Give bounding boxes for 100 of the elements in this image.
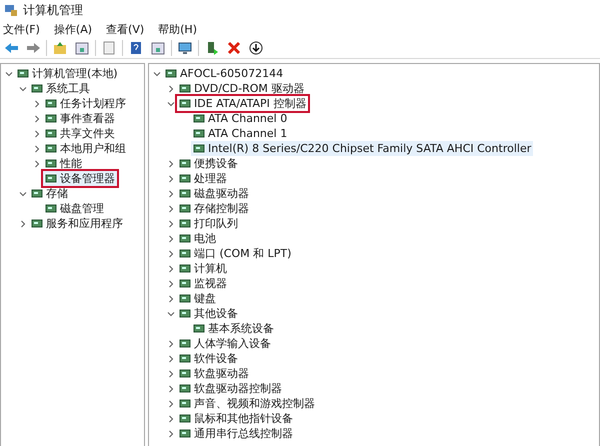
tree-item[interactable]: 打印队列 — [177, 216, 240, 231]
device-icon — [179, 98, 191, 109]
chevron-right-icon[interactable] — [167, 190, 175, 198]
device-icon — [179, 203, 191, 214]
chevron-right-icon[interactable] — [167, 204, 175, 212]
tree-item[interactable]: 声音、视频和游戏控制器 — [177, 396, 317, 411]
device-icon — [45, 143, 57, 154]
device-icon — [179, 428, 191, 439]
tree-item[interactable]: 软盘驱动器 — [177, 366, 251, 381]
tree-item[interactable]: 人体学输入设备 — [177, 336, 273, 351]
close-icon[interactable] — [225, 39, 243, 57]
tree-item[interactable]: 磁盘驱动器 — [177, 186, 251, 201]
device-icon — [179, 218, 191, 229]
chevron-right-icon[interactable] — [167, 160, 175, 168]
device-icon — [179, 233, 191, 244]
tree-item[interactable]: 软盘驱动器控制器 — [177, 381, 284, 396]
tree-item[interactable]: 监视器 — [177, 276, 229, 291]
device-icon — [31, 83, 43, 94]
chevron-right-icon[interactable] — [167, 370, 175, 378]
tree-item[interactable]: AFOCL-605072144 — [163, 66, 286, 81]
device-icon — [179, 278, 191, 289]
device-icon — [179, 173, 191, 184]
tree-item[interactable]: 共享文件夹 — [43, 126, 117, 141]
device-icon — [179, 188, 191, 199]
device-icon — [45, 113, 57, 124]
tree-item[interactable]: DVD/CD-ROM 驱动器 — [177, 81, 306, 96]
computer-management-icon — [4, 3, 18, 17]
device-icon — [45, 203, 57, 214]
device-icon — [179, 248, 191, 259]
chevron-right-icon[interactable] — [167, 294, 175, 302]
chevron-right-icon[interactable] — [167, 220, 175, 228]
tree-item[interactable]: 服务和应用程序 — [29, 216, 125, 231]
chevron-right-icon[interactable] — [167, 400, 175, 408]
tree-item[interactable]: 存储 — [29, 186, 70, 201]
tree-item[interactable]: ATA Channel 1 — [191, 126, 290, 141]
tree-item[interactable]: 通用串行总线控制器 — [177, 426, 295, 441]
device-icon — [45, 98, 57, 109]
device-icon — [17, 68, 29, 79]
tree-item[interactable]: Intel(R) 8 Series/C220 Chipset Family SATA AHCI Controller — [191, 141, 534, 156]
tree-item[interactable]: 事件查看器 — [43, 111, 117, 126]
chevron-right-icon[interactable] — [167, 264, 175, 272]
device-icon — [45, 158, 57, 169]
device-icon — [179, 383, 191, 394]
tree-item[interactable]: 本地用户和组 — [43, 141, 128, 156]
tree-item[interactable]: 系统工具 — [29, 81, 92, 96]
chevron-right-icon[interactable] — [33, 100, 41, 108]
device-icon — [179, 158, 191, 169]
menu-item[interactable]: 查看(V) — [106, 22, 144, 36]
chevron-right-icon[interactable] — [33, 144, 41, 152]
tree-item[interactable]: 存储控制器 — [177, 201, 251, 216]
tree-item[interactable]: 鼠标和其他指针设备 — [177, 411, 295, 426]
chevron-down-icon[interactable] — [5, 70, 13, 78]
chevron-down-icon[interactable] — [153, 70, 161, 78]
tree-item[interactable]: 性能 — [43, 156, 84, 171]
tree-item[interactable]: 端口 (COM 和 LPT) — [177, 246, 294, 261]
chevron-right-icon[interactable] — [167, 174, 175, 182]
device-icon — [45, 128, 57, 139]
tree-item[interactable]: 便携设备 — [177, 156, 240, 171]
tree-item[interactable]: 任务计划程序 — [43, 96, 128, 111]
tree-item[interactable]: 基本系统设备 — [191, 321, 276, 336]
chevron-right-icon[interactable] — [167, 384, 175, 392]
device-icon — [45, 173, 57, 184]
chevron-right-icon[interactable] — [33, 114, 41, 122]
tree-item[interactable]: 计算机管理(本地) — [15, 66, 120, 81]
tree-item[interactable]: 设备管理器 — [43, 171, 117, 186]
menu-item[interactable]: 文件(F) — [3, 22, 40, 36]
chevron-right-icon[interactable] — [167, 234, 175, 242]
device-icon — [193, 143, 205, 154]
chevron-right-icon[interactable] — [33, 160, 41, 168]
tree-item[interactable]: 软件设备 — [177, 351, 240, 366]
chevron-down-icon[interactable] — [167, 310, 175, 318]
menu-item[interactable]: 操作(A) — [54, 22, 92, 36]
chevron-right-icon[interactable] — [167, 354, 175, 362]
chevron-right-icon[interactable] — [19, 220, 27, 228]
window-title: 计算机管理 — [23, 2, 83, 18]
tree-item[interactable]: 计算机 — [177, 261, 229, 276]
chevron-right-icon[interactable] — [167, 250, 175, 258]
chevron-right-icon[interactable] — [167, 414, 175, 422]
chevron-down-icon[interactable] — [19, 84, 27, 92]
chevron-down-icon[interactable] — [167, 100, 175, 108]
chevron-right-icon[interactable] — [167, 280, 175, 288]
chevron-right-icon[interactable] — [167, 430, 175, 438]
chevron-down-icon[interactable] — [19, 190, 27, 198]
chevron-right-icon[interactable] — [33, 130, 41, 138]
tree-item[interactable]: 键盘 — [177, 291, 218, 306]
tree-item[interactable]: ATA Channel 0 — [191, 111, 290, 126]
menu-item[interactable]: 帮助(H) — [158, 22, 197, 36]
chevron-right-icon[interactable] — [167, 84, 175, 92]
device-icon — [179, 83, 191, 94]
chevron-right-icon[interactable] — [167, 340, 175, 348]
tree-item[interactable]: 磁盘管理 — [43, 201, 106, 216]
download-icon[interactable] — [247, 39, 265, 57]
tree-item[interactable]: IDE ATA/ATAPI 控制器 — [177, 96, 308, 111]
tree-item[interactable]: 电池 — [177, 231, 218, 246]
device-icon — [193, 128, 205, 139]
device-icon — [179, 293, 191, 304]
device-icon — [179, 308, 191, 319]
tree-item[interactable]: 处理器 — [177, 171, 229, 186]
device-icon — [31, 188, 43, 199]
tree-item[interactable]: 其他设备 — [177, 306, 240, 321]
